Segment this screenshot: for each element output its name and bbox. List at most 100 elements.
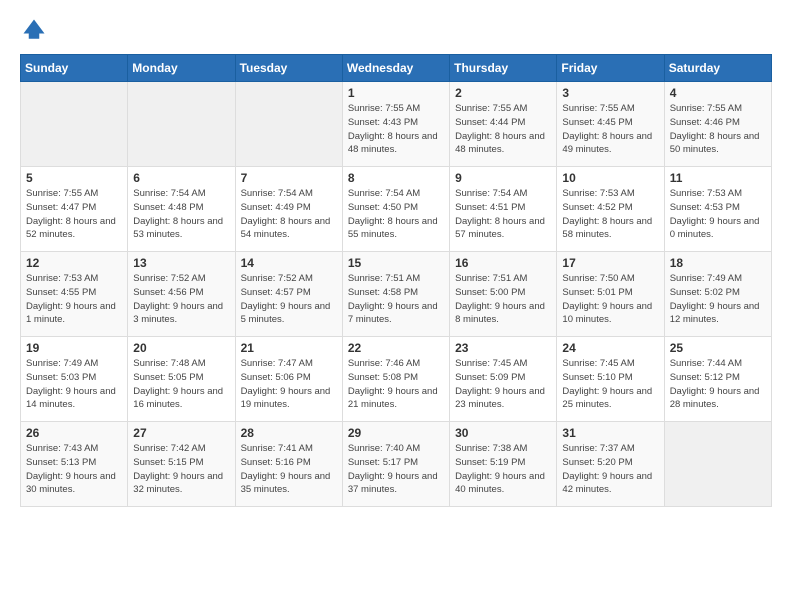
day-info: Sunrise: 7:55 AMSunset: 4:46 PMDaylight:… bbox=[670, 102, 766, 157]
day-info: Sunrise: 7:52 AMSunset: 4:56 PMDaylight:… bbox=[133, 272, 229, 327]
day-number: 17 bbox=[562, 256, 658, 270]
day-info: Sunrise: 7:54 AMSunset: 4:49 PMDaylight:… bbox=[241, 187, 337, 242]
weekday-header-monday: Monday bbox=[128, 55, 235, 82]
day-number: 16 bbox=[455, 256, 551, 270]
day-info: Sunrise: 7:53 AMSunset: 4:52 PMDaylight:… bbox=[562, 187, 658, 242]
day-info: Sunrise: 7:47 AMSunset: 5:06 PMDaylight:… bbox=[241, 357, 337, 412]
day-number: 2 bbox=[455, 86, 551, 100]
day-cell: 31 Sunrise: 7:37 AMSunset: 5:20 PMDayligh… bbox=[557, 422, 664, 507]
day-info: Sunrise: 7:52 AMSunset: 4:57 PMDaylight:… bbox=[241, 272, 337, 327]
day-number: 21 bbox=[241, 341, 337, 355]
day-cell: 15 Sunrise: 7:51 AMSunset: 4:58 PMDayligh… bbox=[342, 252, 449, 337]
day-cell bbox=[664, 422, 771, 507]
calendar-table: SundayMondayTuesdayWednesdayThursdayFrid… bbox=[20, 54, 772, 507]
day-number: 4 bbox=[670, 86, 766, 100]
day-number: 23 bbox=[455, 341, 551, 355]
day-info: Sunrise: 7:55 AMSunset: 4:47 PMDaylight:… bbox=[26, 187, 122, 242]
day-info: Sunrise: 7:54 AMSunset: 4:51 PMDaylight:… bbox=[455, 187, 551, 242]
day-cell bbox=[128, 82, 235, 167]
day-cell: 28Sunrise: 7:41 AMSunset: 5:16 PMDayligh… bbox=[235, 422, 342, 507]
weekday-header-tuesday: Tuesday bbox=[235, 55, 342, 82]
day-cell: 22Sunrise: 7:46 AMSunset: 5:08 PMDayligh… bbox=[342, 337, 449, 422]
week-row-1: 1 Sunrise: 7:55 AMSunset: 4:43 PMDaylight… bbox=[21, 82, 772, 167]
day-cell: 11 Sunrise: 7:53 AMSunset: 4:53 PMDayligh… bbox=[664, 167, 771, 252]
day-info: Sunrise: 7:45 AMSunset: 5:10 PMDaylight:… bbox=[562, 357, 658, 412]
day-cell: 12 Sunrise: 7:53 AMSunset: 4:55 PMDayligh… bbox=[21, 252, 128, 337]
weekday-header-thursday: Thursday bbox=[450, 55, 557, 82]
day-number: 27 bbox=[133, 426, 229, 440]
day-number: 14 bbox=[241, 256, 337, 270]
weekday-header-friday: Friday bbox=[557, 55, 664, 82]
day-info: Sunrise: 7:53 AMSunset: 4:55 PMDaylight:… bbox=[26, 272, 122, 327]
day-info: Sunrise: 7:44 AMSunset: 5:12 PMDaylight:… bbox=[670, 357, 766, 412]
day-info: Sunrise: 7:55 AMSunset: 4:45 PMDaylight:… bbox=[562, 102, 658, 157]
day-number: 29 bbox=[348, 426, 444, 440]
day-cell: 10 Sunrise: 7:53 AMSunset: 4:52 PMDayligh… bbox=[557, 167, 664, 252]
day-cell: 18 Sunrise: 7:49 AMSunset: 5:02 PMDayligh… bbox=[664, 252, 771, 337]
day-cell: 24 Sunrise: 7:45 AMSunset: 5:10 PMDayligh… bbox=[557, 337, 664, 422]
day-cell bbox=[235, 82, 342, 167]
day-info: Sunrise: 7:54 AMSunset: 4:50 PMDaylight:… bbox=[348, 187, 444, 242]
day-number: 30 bbox=[455, 426, 551, 440]
weekday-header-wednesday: Wednesday bbox=[342, 55, 449, 82]
day-number: 20 bbox=[133, 341, 229, 355]
day-info: Sunrise: 7:53 AMSunset: 4:53 PMDaylight:… bbox=[670, 187, 766, 242]
weekday-header-sunday: Sunday bbox=[21, 55, 128, 82]
day-info: Sunrise: 7:42 AMSunset: 5:15 PMDaylight:… bbox=[133, 442, 229, 497]
day-number: 13 bbox=[133, 256, 229, 270]
day-number: 9 bbox=[455, 171, 551, 185]
day-info: Sunrise: 7:49 AMSunset: 5:03 PMDaylight:… bbox=[26, 357, 122, 412]
day-cell: 29 Sunrise: 7:40 AMSunset: 5:17 PMDayligh… bbox=[342, 422, 449, 507]
day-number: 19 bbox=[26, 341, 122, 355]
day-info: Sunrise: 7:46 AMSunset: 5:08 PMDaylight:… bbox=[348, 357, 444, 412]
day-cell: 7Sunrise: 7:54 AMSunset: 4:49 PMDaylight… bbox=[235, 167, 342, 252]
day-cell bbox=[21, 82, 128, 167]
day-cell: 27 Sunrise: 7:42 AMSunset: 5:15 PMDayligh… bbox=[128, 422, 235, 507]
day-cell: 25 Sunrise: 7:44 AMSunset: 5:12 PMDayligh… bbox=[664, 337, 771, 422]
logo bbox=[20, 16, 52, 44]
day-number: 24 bbox=[562, 341, 658, 355]
day-cell: 26 Sunrise: 7:43 AMSunset: 5:13 PMDayligh… bbox=[21, 422, 128, 507]
day-cell: 4 Sunrise: 7:55 AMSunset: 4:46 PMDaylight… bbox=[664, 82, 771, 167]
day-info: Sunrise: 7:45 AMSunset: 5:09 PMDaylight:… bbox=[455, 357, 551, 412]
day-cell: 1 Sunrise: 7:55 AMSunset: 4:43 PMDaylight… bbox=[342, 82, 449, 167]
logo-icon bbox=[20, 16, 48, 44]
day-cell: 21 Sunrise: 7:47 AMSunset: 5:06 PMDayligh… bbox=[235, 337, 342, 422]
weekday-header-saturday: Saturday bbox=[664, 55, 771, 82]
day-number: 10 bbox=[562, 171, 658, 185]
day-number: 3 bbox=[562, 86, 658, 100]
week-row-2: 5 Sunrise: 7:55 AMSunset: 4:47 PMDaylight… bbox=[21, 167, 772, 252]
day-info: Sunrise: 7:54 AMSunset: 4:48 PMDaylight:… bbox=[133, 187, 229, 242]
day-info: Sunrise: 7:51 AMSunset: 5:00 PMDaylight:… bbox=[455, 272, 551, 327]
day-cell: 6Sunrise: 7:54 AMSunset: 4:48 PMDaylight… bbox=[128, 167, 235, 252]
day-cell: 9 Sunrise: 7:54 AMSunset: 4:51 PMDaylight… bbox=[450, 167, 557, 252]
day-number: 12 bbox=[26, 256, 122, 270]
week-row-3: 12 Sunrise: 7:53 AMSunset: 4:55 PMDayligh… bbox=[21, 252, 772, 337]
day-info: Sunrise: 7:40 AMSunset: 5:17 PMDaylight:… bbox=[348, 442, 444, 497]
day-cell: 2 Sunrise: 7:55 AMSunset: 4:44 PMDaylight… bbox=[450, 82, 557, 167]
day-number: 8 bbox=[348, 171, 444, 185]
day-number: 18 bbox=[670, 256, 766, 270]
day-number: 1 bbox=[348, 86, 444, 100]
day-cell: 3 Sunrise: 7:55 AMSunset: 4:45 PMDaylight… bbox=[557, 82, 664, 167]
day-info: Sunrise: 7:43 AMSunset: 5:13 PMDaylight:… bbox=[26, 442, 122, 497]
day-number: 25 bbox=[670, 341, 766, 355]
day-number: 28 bbox=[241, 426, 337, 440]
day-number: 11 bbox=[670, 171, 766, 185]
week-row-4: 19 Sunrise: 7:49 AMSunset: 5:03 PMDayligh… bbox=[21, 337, 772, 422]
day-number: 15 bbox=[348, 256, 444, 270]
calendar-page: SundayMondayTuesdayWednesdayThursdayFrid… bbox=[0, 0, 792, 523]
day-cell: 13 Sunrise: 7:52 AMSunset: 4:56 PMDayligh… bbox=[128, 252, 235, 337]
day-info: Sunrise: 7:55 AMSunset: 4:44 PMDaylight:… bbox=[455, 102, 551, 157]
day-cell: 5 Sunrise: 7:55 AMSunset: 4:47 PMDaylight… bbox=[21, 167, 128, 252]
day-number: 26 bbox=[26, 426, 122, 440]
day-cell: 30Sunrise: 7:38 AMSunset: 5:19 PMDayligh… bbox=[450, 422, 557, 507]
day-cell: 14 Sunrise: 7:52 AMSunset: 4:57 PMDayligh… bbox=[235, 252, 342, 337]
day-info: Sunrise: 7:49 AMSunset: 5:02 PMDaylight:… bbox=[670, 272, 766, 327]
day-number: 5 bbox=[26, 171, 122, 185]
day-info: Sunrise: 7:37 AMSunset: 5:20 PMDaylight:… bbox=[562, 442, 658, 497]
day-cell: 20Sunrise: 7:48 AMSunset: 5:05 PMDayligh… bbox=[128, 337, 235, 422]
day-number: 31 bbox=[562, 426, 658, 440]
day-info: Sunrise: 7:51 AMSunset: 4:58 PMDaylight:… bbox=[348, 272, 444, 327]
day-info: Sunrise: 7:55 AMSunset: 4:43 PMDaylight:… bbox=[348, 102, 444, 157]
